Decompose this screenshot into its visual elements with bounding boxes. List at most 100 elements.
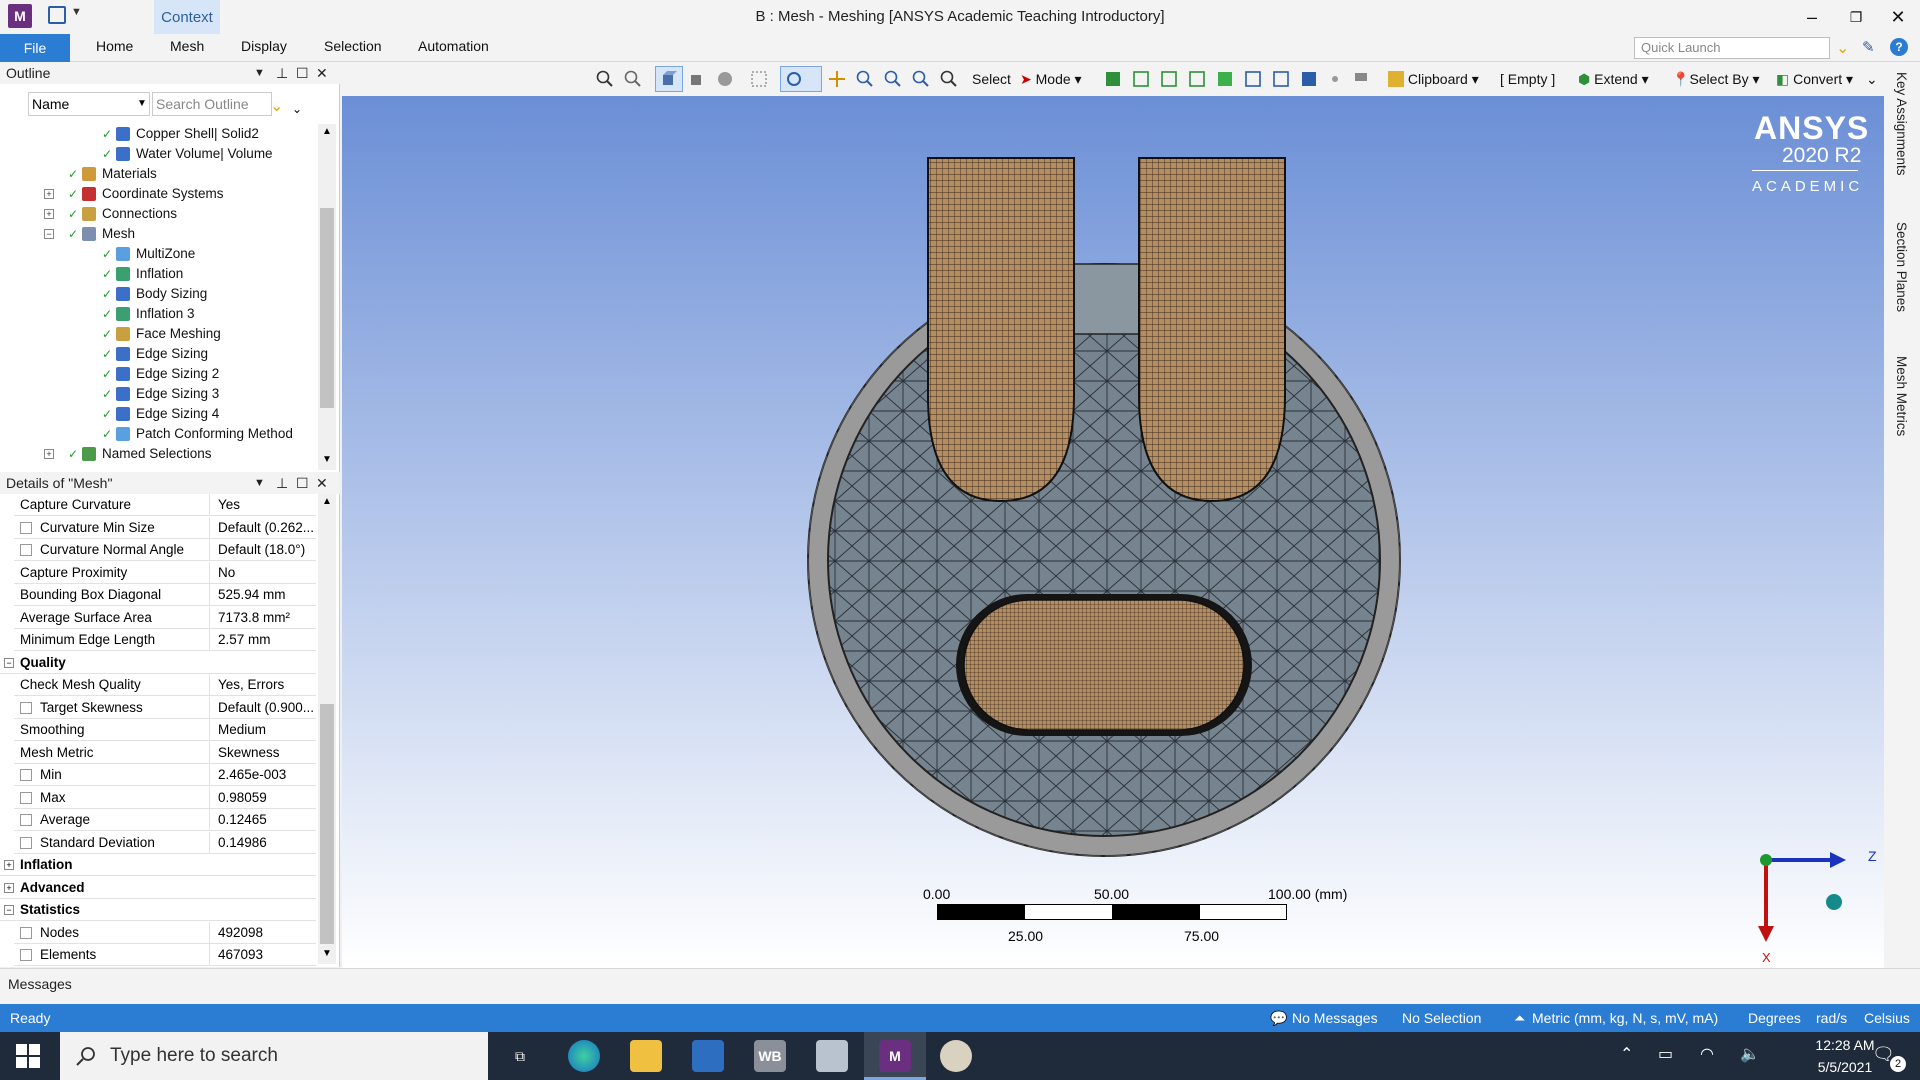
- tree-item[interactable]: ✓ Copper Shell| Solid2: [102, 124, 259, 144]
- details-row[interactable]: Nodes 492098: [14, 921, 316, 944]
- file-explorer-icon[interactable]: [630, 1040, 662, 1072]
- tree-item[interactable]: ✓ Materials: [68, 164, 157, 184]
- volume-icon[interactable]: 🔈: [1740, 1044, 1760, 1064]
- chevron-down-icon[interactable]: ⌄: [292, 102, 302, 116]
- rail-section-planes[interactable]: Section Planes: [1894, 222, 1909, 312]
- element-select-icon[interactable]: [1300, 70, 1318, 88]
- details-value[interactable]: 467093: [212, 944, 316, 966]
- parameter-checkbox[interactable]: [20, 544, 32, 556]
- status-temperature[interactable]: Celsius: [1864, 1004, 1910, 1032]
- face-icon[interactable]: [688, 70, 706, 88]
- tree-item[interactable]: ✓ Body Sizing: [102, 284, 207, 304]
- inlet-block[interactable]: [1068, 263, 1140, 335]
- status-units[interactable]: Metric (mm, kg, N, s, mV, mA): [1532, 1004, 1718, 1032]
- rail-mesh-metrics[interactable]: Mesh Metrics: [1894, 356, 1909, 436]
- element-face-icon[interactable]: [1272, 70, 1290, 88]
- tree-item[interactable]: ✓ Inflation: [102, 264, 183, 284]
- battery-icon[interactable]: ▭: [1658, 1044, 1673, 1064]
- details-row[interactable]: Standard Deviation 0.14986: [14, 831, 316, 854]
- maximize-icon[interactable]: ☐: [296, 472, 309, 494]
- details-row[interactable]: Average 0.12465: [14, 809, 316, 831]
- workbench-app-icon[interactable]: WB: [754, 1040, 786, 1072]
- collapse-icon[interactable]: −: [4, 657, 14, 668]
- outline-scrollbar[interactable]: ▲ ▼: [318, 124, 336, 470]
- tree-item[interactable]: ✓ Mesh: [68, 224, 135, 244]
- details-row[interactable]: Average Surface Area 7173.8 mm²: [14, 606, 316, 629]
- clipboard-button[interactable]: Clipboard ▾: [1388, 67, 1479, 91]
- tab-mesh[interactable]: Mesh: [170, 38, 204, 54]
- details-row[interactable]: Smoothing Medium: [14, 719, 316, 741]
- details-value[interactable]: Default (0.900...: [212, 697, 316, 719]
- water-volume-mesh[interactable]: [827, 283, 1381, 837]
- tab-file[interactable]: File: [0, 34, 70, 62]
- dropdown-icon[interactable]: ▼: [254, 62, 265, 84]
- close-icon[interactable]: ✕: [316, 62, 328, 84]
- details-row[interactable]: Bounding Box Diagonal 525.94 mm: [14, 584, 316, 606]
- tab-display[interactable]: Display: [241, 38, 287, 54]
- details-value[interactable]: 492098: [212, 922, 316, 944]
- tree-item[interactable]: ✓ Patch Conforming Method: [102, 424, 293, 444]
- pin-icon[interactable]: ⊥: [276, 62, 288, 84]
- group-advanced[interactable]: + Advanced: [0, 877, 316, 899]
- edge-select-icon[interactable]: [1160, 70, 1178, 88]
- tree-item[interactable]: ✓ Edge Sizing 2: [102, 364, 219, 384]
- wifi-icon[interactable]: ◠: [1700, 1044, 1714, 1064]
- status-rate[interactable]: rad/s: [1816, 1004, 1847, 1032]
- details-value[interactable]: 2.465e-003: [212, 764, 316, 786]
- details-row[interactable]: Check Mesh Quality Yes, Errors: [14, 674, 316, 696]
- expand-icon[interactable]: +: [44, 189, 54, 199]
- left-tube-mesh[interactable]: [927, 157, 1075, 503]
- outline-filter-select[interactable]: Name ▼: [28, 92, 150, 116]
- convert-button[interactable]: ◧ Convert ▾: [1776, 67, 1853, 91]
- zoom-in-icon[interactable]: [596, 70, 614, 88]
- tree-item[interactable]: ✓ Edge Sizing: [102, 344, 208, 364]
- chevron-down-icon[interactable]: ⌄: [1836, 38, 1849, 58]
- details-value[interactable]: No: [212, 562, 316, 584]
- multi-body-icon[interactable]: [716, 70, 734, 88]
- group-quality[interactable]: − Quality: [0, 652, 316, 674]
- parameter-checkbox[interactable]: [20, 814, 32, 826]
- expand-icon[interactable]: +: [44, 209, 54, 219]
- scrollbar-thumb[interactable]: [320, 208, 334, 408]
- scrollbar-thumb[interactable]: [320, 704, 334, 944]
- zoom-icon[interactable]: [856, 70, 874, 88]
- windows-start-icon[interactable]: [16, 1044, 40, 1068]
- graphics-viewport[interactable]: ANSYS 2020 R2 ACADEMIC 0.00 50.00 100.00…: [342, 96, 1884, 968]
- select-by-button[interactable]: 📍Select By ▾: [1672, 67, 1760, 91]
- tree-item[interactable]: ✓ Named Selections: [68, 444, 212, 464]
- toolbar-overflow-icon[interactable]: ⌄: [1866, 67, 1878, 91]
- close-icon[interactable]: ✕: [316, 472, 328, 494]
- tab-selection[interactable]: Selection: [324, 38, 382, 54]
- details-value[interactable]: 2.57 mm: [212, 629, 316, 651]
- tree-item[interactable]: ✓ Edge Sizing 4: [102, 404, 219, 424]
- store-icon[interactable]: [692, 1040, 724, 1072]
- scroll-down-icon[interactable]: ▼: [322, 948, 332, 959]
- tree-item[interactable]: ✓ Inflation 3: [102, 304, 195, 324]
- expand-icon[interactable]: +: [44, 449, 54, 459]
- tree-item[interactable]: ✓ Coordinate Systems: [68, 184, 224, 204]
- search-filter-icon[interactable]: ⌄: [270, 96, 283, 116]
- details-row[interactable]: Capture Proximity No: [14, 561, 316, 584]
- tree-item[interactable]: ✓ Connections: [68, 204, 177, 224]
- sparkle-icon[interactable]: [1326, 70, 1344, 88]
- group-statistics[interactable]: − Statistics: [0, 899, 316, 921]
- dropdown-icon[interactable]: ▼: [254, 472, 265, 494]
- details-row[interactable]: Curvature Normal Angle Default (18.0°): [14, 539, 316, 561]
- expand-icon[interactable]: +: [4, 860, 14, 870]
- parameter-checkbox[interactable]: [20, 791, 32, 804]
- details-row[interactable]: Min 2.465e-003: [14, 764, 316, 786]
- pin-icon[interactable]: ⊥: [276, 472, 288, 494]
- scroll-up-icon[interactable]: ▲: [322, 496, 332, 507]
- details-value[interactable]: 7173.8 mm²: [212, 607, 316, 629]
- messages-pane[interactable]: Messages: [0, 968, 1920, 1004]
- details-value[interactable]: Default (0.262...: [212, 517, 316, 539]
- printer-icon[interactable]: [816, 1040, 848, 1072]
- task-view-icon[interactable]: ⧉: [504, 1040, 536, 1072]
- body-select-icon[interactable]: [1216, 70, 1234, 88]
- parameter-checkbox[interactable]: [20, 926, 32, 939]
- rotate-icon[interactable]: [785, 70, 803, 88]
- details-value[interactable]: Yes, Errors: [212, 674, 316, 696]
- rail-key-assignments[interactable]: Key Assignments: [1894, 72, 1909, 176]
- group-inflation[interactable]: + Inflation: [0, 854, 316, 876]
- outline-search-input[interactable]: Search Outline: [152, 92, 272, 116]
